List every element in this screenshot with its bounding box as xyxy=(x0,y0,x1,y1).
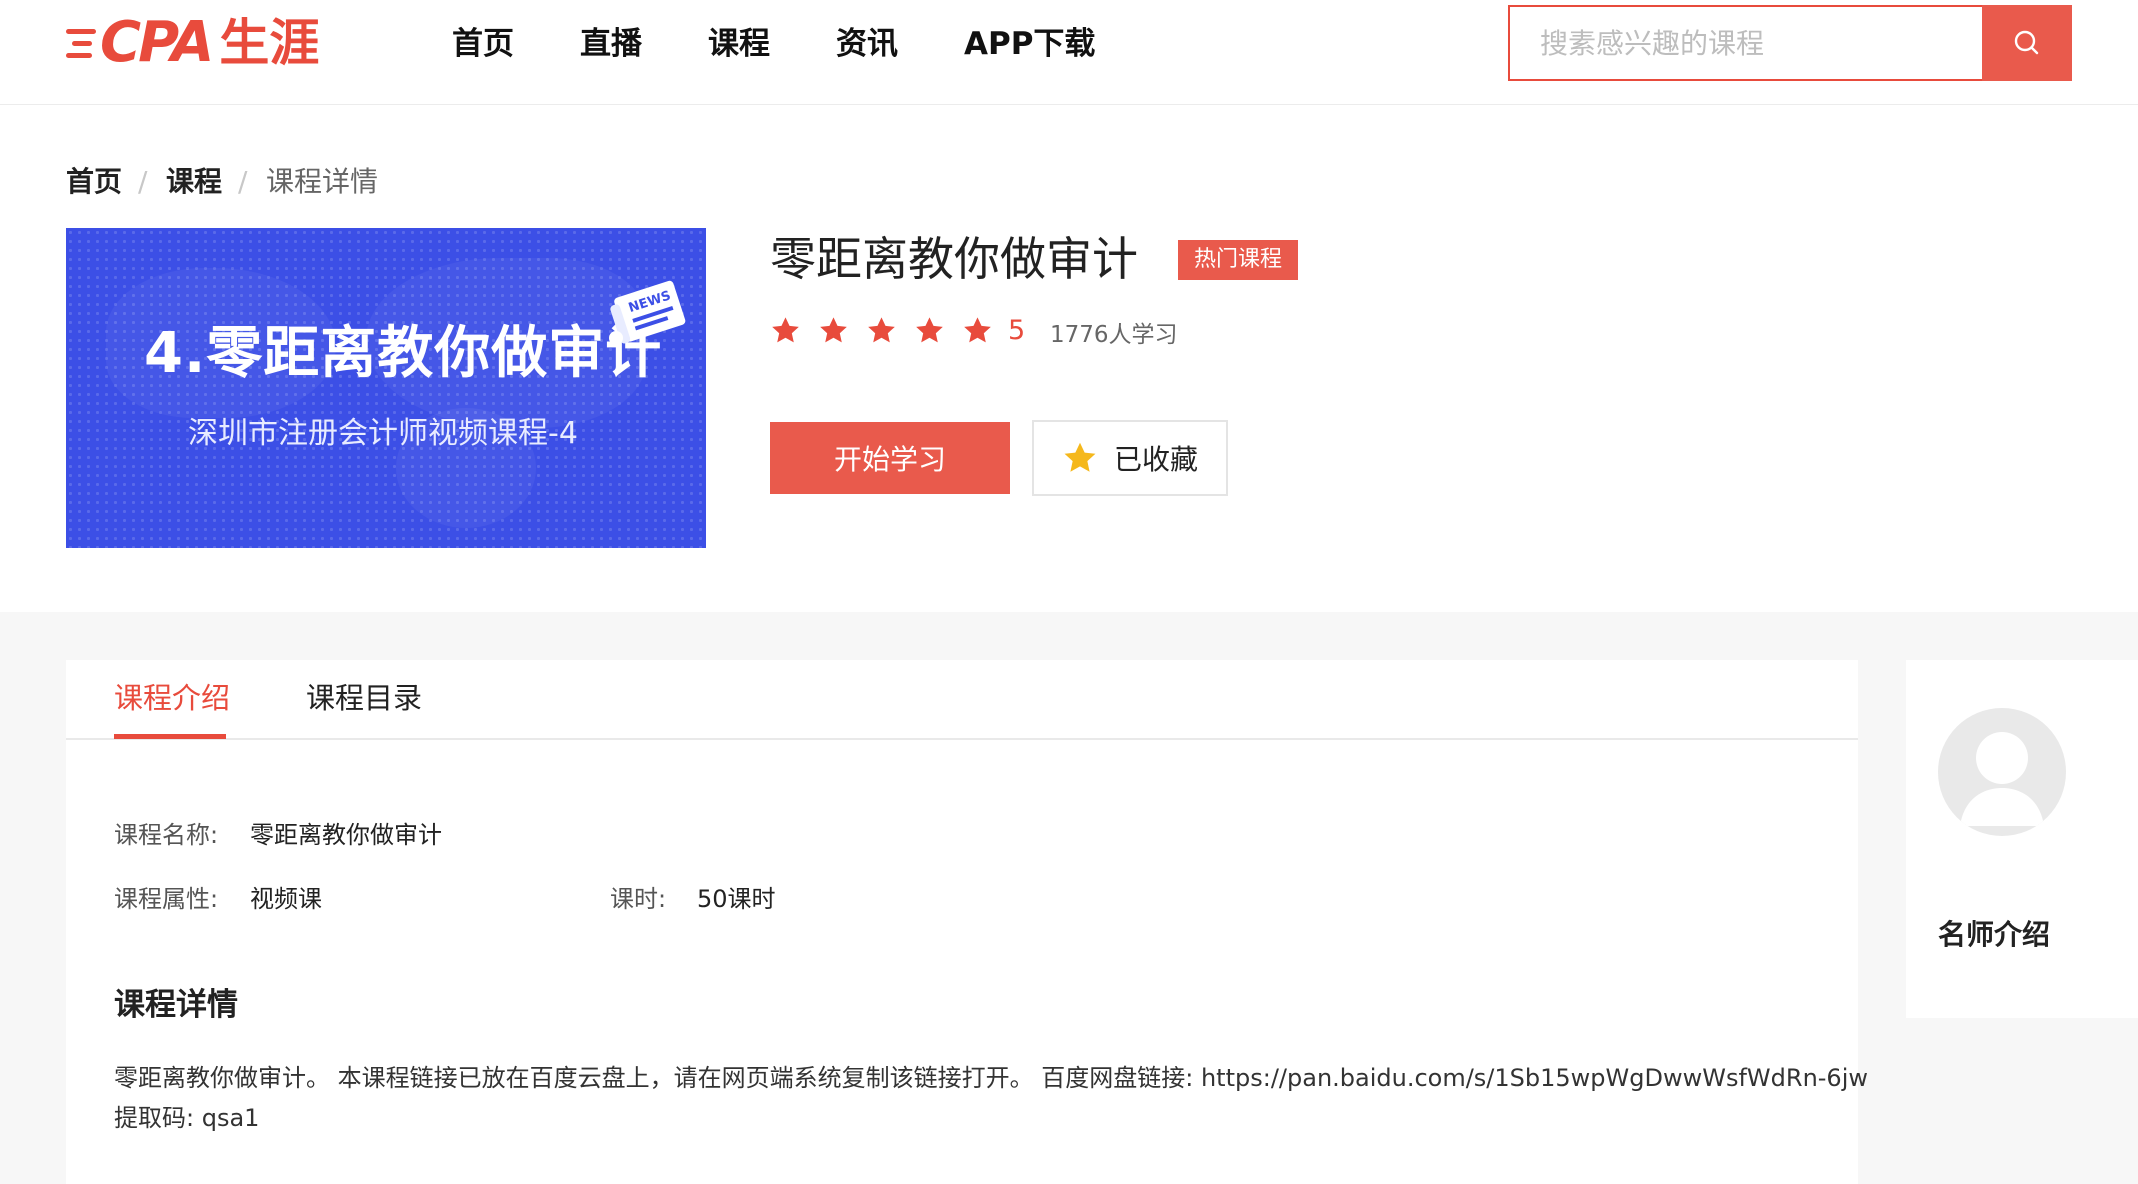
logo-speed-lines xyxy=(66,28,96,58)
cover-title: 4.零距离教你做审计 xyxy=(144,321,663,386)
course-hours-label: 课时: xyxy=(610,885,667,913)
course-type-label: 课程属性: xyxy=(114,885,219,913)
logo-cpa-text: CPA xyxy=(100,10,214,75)
teacher-avatar[interactable] xyxy=(1938,708,2066,836)
course-hours-value: 50课时 xyxy=(697,885,776,913)
teacher-intro-label: 名师介绍 xyxy=(1938,918,2051,951)
start-learning-button[interactable]: 开始学习 xyxy=(770,422,1010,494)
course-name-label: 课程名称: xyxy=(114,821,219,849)
star-icon xyxy=(1064,442,1096,472)
star-icon xyxy=(772,317,799,343)
news-icon: NEWS xyxy=(609,280,686,345)
course-detail-heading: 课程详情 xyxy=(114,987,238,1023)
nav-courses[interactable]: 课程 xyxy=(708,24,770,64)
hot-course-badge: 热门课程 xyxy=(1178,240,1299,280)
course-detail-line-2: 提取码: qsa1 xyxy=(114,1104,260,1132)
star-icon xyxy=(964,317,991,343)
rating-stars xyxy=(770,315,993,346)
star-icon xyxy=(868,317,895,343)
course-name-value: 零距离教你做审计 xyxy=(250,821,442,849)
course-detail-text: 零距离教你做审计。 本课程链接已放在百度云盘上，请在网页端系统复制该链接打开。 … xyxy=(114,1058,1869,1138)
search-button[interactable] xyxy=(1982,5,2072,81)
breadcrumb-current: 课程详情 xyxy=(266,165,379,198)
breadcrumb-home[interactable]: 首页 xyxy=(66,162,122,202)
course-title: 零距离教你做审计 xyxy=(770,232,1138,286)
course-detail-line-1: 零距离教你做审计。 本课程链接已放在百度云盘上，请在网页端系统复制该链接打开。 … xyxy=(114,1064,1869,1092)
site-logo[interactable]: CPA 生涯 xyxy=(66,12,319,74)
search-input[interactable] xyxy=(1508,5,1984,81)
star-icon xyxy=(916,317,943,343)
favorite-label: 已收藏 xyxy=(1113,443,1198,476)
breadcrumb-courses[interactable]: 课程 xyxy=(166,162,222,202)
breadcrumb-separator: / xyxy=(138,165,148,198)
nav-live[interactable]: 直播 xyxy=(580,24,642,64)
tab-course-catalog[interactable]: 课程目录 xyxy=(306,678,422,718)
cover-subtitle: 深圳市注册会计师视频课程-4 xyxy=(188,416,578,451)
rating-score: 5 xyxy=(1008,315,1026,346)
learner-count: 1776人学习 xyxy=(1050,322,1178,348)
tabs-divider xyxy=(66,738,1858,740)
search-icon xyxy=(2014,30,2039,55)
course-cover-image: 4.零距离教你做审计 深圳市注册会计师视频课程-4 NEWS xyxy=(66,228,706,548)
logo-cn-text: 生涯 xyxy=(219,14,320,72)
avatar-placeholder-icon xyxy=(1960,732,2044,826)
breadcrumb-separator: / xyxy=(238,165,248,198)
nav-home[interactable]: 首页 xyxy=(452,24,514,64)
active-tab-indicator xyxy=(114,734,226,739)
nav-news[interactable]: 资讯 xyxy=(836,24,898,64)
favorite-button[interactable]: 已收藏 xyxy=(1032,420,1228,496)
course-type-value: 视频课 xyxy=(250,885,322,913)
star-icon xyxy=(820,317,847,343)
nav-app-download[interactable]: APP下载 xyxy=(964,24,1095,64)
tab-course-intro[interactable]: 课程介绍 xyxy=(114,678,230,718)
